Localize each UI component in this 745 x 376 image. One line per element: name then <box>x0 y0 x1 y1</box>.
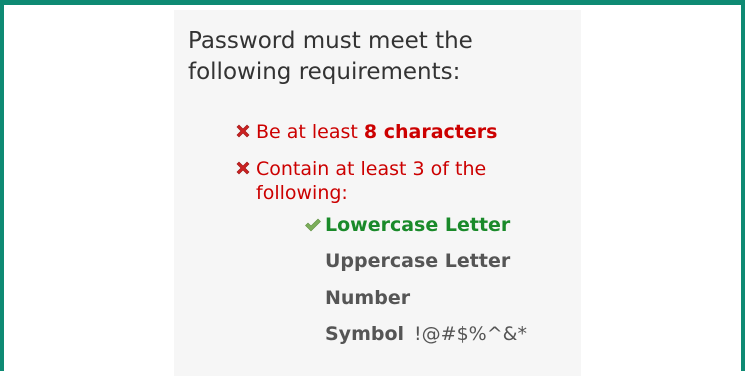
requirements-heading: Password must meet the following require… <box>188 26 568 88</box>
requirement-min-length: Be at least 8 characters <box>236 120 498 144</box>
sub-requirement-symbol: Symbol !@#$%^&* <box>325 322 527 346</box>
sub-requirement-uppercase-label: Uppercase Letter <box>325 250 511 272</box>
sub-requirement-number-label: Number <box>325 287 411 309</box>
sub-requirement-number: Number <box>325 286 410 310</box>
sub-requirement-lowercase: Lowercase Letter <box>305 213 511 237</box>
requirements-frame: Password must meet the following require… <box>0 0 745 376</box>
sub-requirement-uppercase: Uppercase Letter <box>325 249 510 273</box>
heading-line-2: following requirements: <box>188 59 461 85</box>
requirement-character-classes-line-2: following: <box>256 182 348 204</box>
x-icon <box>236 124 250 138</box>
check-icon <box>305 218 321 232</box>
sub-requirement-symbol-characters: !@#$%^&* <box>414 323 527 345</box>
sub-requirement-lowercase-label: Lowercase Letter <box>325 214 511 236</box>
requirement-min-length-emphasis: 8 characters <box>363 121 498 143</box>
requirement-min-length-text: Be at least <box>256 121 364 143</box>
heading-line-1: Password must meet the <box>188 28 473 54</box>
requirement-character-classes: Contain at least 3 of the <box>236 157 487 181</box>
requirement-character-classes-line-1: Contain at least 3 of the <box>256 158 487 180</box>
password-requirements-panel: Password must meet the following require… <box>174 10 581 376</box>
x-icon <box>236 161 250 175</box>
sub-requirement-symbol-label: Symbol <box>325 323 405 345</box>
requirement-character-classes-continued: following: <box>256 181 348 205</box>
